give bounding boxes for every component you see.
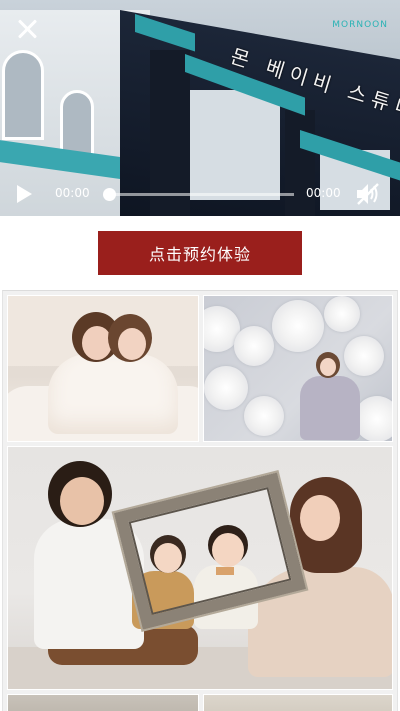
video-player[interactable]: 몬 베이비 스튜디오 MORNOON 00:00 00:00 — [0, 0, 400, 216]
cta-section: 点击预约体验 — [0, 216, 400, 290]
girl-with-flowers-photo[interactable] — [203, 295, 393, 442]
mother-daughter-photo[interactable] — [7, 295, 199, 442]
family-frame-photo[interactable] — [7, 446, 393, 690]
book-trial-button[interactable]: 点击预约体验 — [98, 231, 302, 275]
brand-watermark: MORNOON — [332, 20, 388, 30]
progress-knob[interactable] — [103, 188, 116, 201]
current-time: 00:00 — [55, 186, 90, 200]
video-controls: 00:00 00:00 — [0, 176, 400, 212]
photo-4[interactable] — [7, 694, 199, 711]
speaker-muted-icon[interactable] — [355, 182, 381, 206]
photo-gallery — [2, 290, 398, 711]
progress-bar[interactable] — [108, 193, 294, 196]
duration-time: 00:00 — [306, 186, 341, 200]
play-icon[interactable] — [17, 185, 32, 203]
photo-5[interactable] — [203, 694, 393, 711]
close-icon[interactable] — [14, 16, 40, 42]
